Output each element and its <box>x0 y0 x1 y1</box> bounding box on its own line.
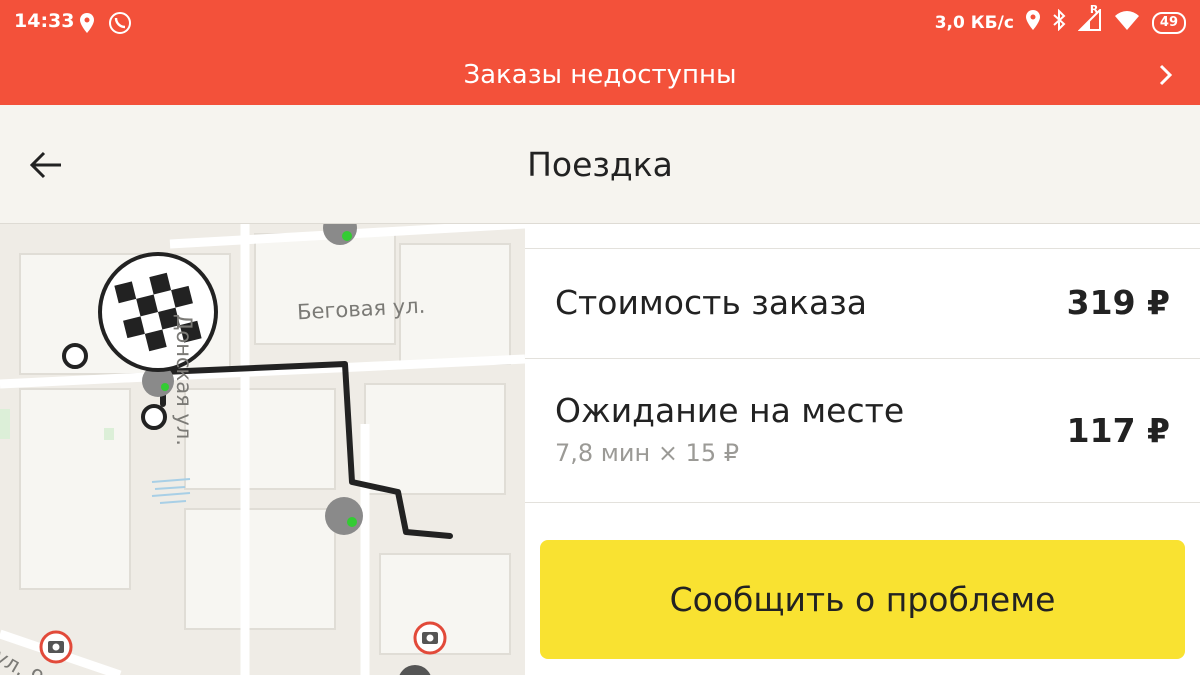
call-icon <box>108 11 132 39</box>
page-title: Поездка <box>527 145 673 184</box>
location-icon <box>1025 10 1040 35</box>
gas-station-icon[interactable] <box>325 497 363 535</box>
chevron-right-icon[interactable] <box>1152 62 1178 88</box>
status-bar: 14:33 3,0 КБ/с R 49 <box>0 0 1200 46</box>
start-marker[interactable] <box>141 404 167 430</box>
camera-icon[interactable] <box>39 630 73 664</box>
fare-details-panel: Стоимость заказа 319 ₽ Ожидание на месте… <box>525 224 1200 675</box>
orders-unavailable-banner[interactable]: Заказы недоступны <box>0 46 1200 105</box>
signal-icon: R <box>1077 3 1102 36</box>
status-time: 14:33 <box>14 10 75 32</box>
camera-icon[interactable] <box>413 621 447 655</box>
battery-icon: 49 <box>1151 11 1186 34</box>
top-app-bar: Поездка <box>0 105 1200 224</box>
waiting-cost-row: Ожидание на месте 7,8 мин × 15 ₽ 117 ₽ <box>525 359 1200 503</box>
order-cost-value: 319 ₽ <box>1066 283 1170 322</box>
order-cost-row: Стоимость заказа 319 ₽ <box>525 249 1200 359</box>
report-problem-button[interactable]: Сообщить о проблеме <box>540 540 1185 659</box>
banner-text: Заказы недоступны <box>463 60 737 90</box>
waypoint-marker[interactable] <box>62 343 88 369</box>
waiting-details: 7,8 мин × 15 ₽ <box>555 439 739 467</box>
wifi-icon <box>1114 10 1140 35</box>
waiting-value: 117 ₽ <box>1066 411 1170 450</box>
location-icon <box>80 13 94 37</box>
network-speed: 3,0 КБ/с <box>934 12 1014 33</box>
finish-flag-icon[interactable] <box>98 252 218 372</box>
street-label: Донская ул. <box>172 314 196 446</box>
roaming-badge: R <box>1089 3 1099 16</box>
route-map[interactable]: Донская ул. Беговая ул. ул. 9 <box>0 224 525 675</box>
order-cost-label: Стоимость заказа <box>555 283 867 322</box>
waiting-label: Ожидание на месте <box>555 391 905 430</box>
bluetooth-icon <box>1052 8 1066 36</box>
